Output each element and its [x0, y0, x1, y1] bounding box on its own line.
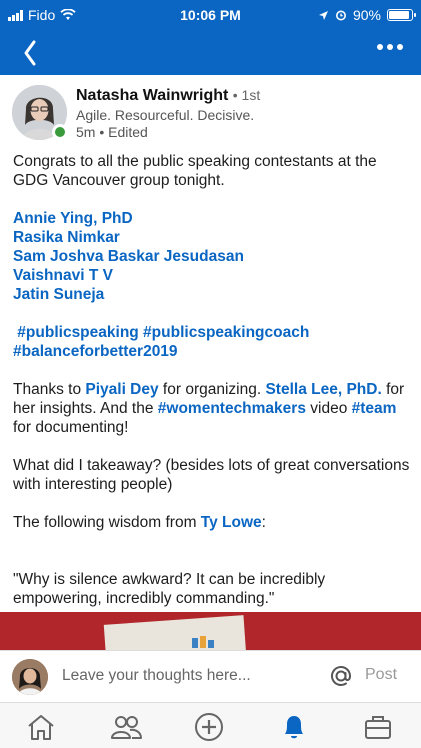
- post-comment-button[interactable]: Post: [365, 666, 397, 684]
- battery-icon: [387, 9, 416, 21]
- mention-link[interactable]: Stella Lee, PhD.: [265, 381, 381, 398]
- bottom-tab-bar: [0, 702, 421, 748]
- more-dot: [397, 44, 403, 50]
- at-sign-icon[interactable]: [328, 663, 354, 689]
- thanks-paragraph: Thanks to Piyali Dey for organizing. Ste…: [13, 380, 411, 437]
- more-options-button[interactable]: [377, 44, 403, 50]
- comment-composer: Leave your thoughts here... Post: [0, 650, 421, 702]
- home-icon[interactable]: [25, 712, 57, 742]
- text: for organizing.: [158, 381, 266, 398]
- wisdom-paragraph: The following wisdom from Ty Lowe:: [13, 513, 411, 532]
- image-logo-shape: [192, 636, 214, 648]
- alarm-clock-icon: [335, 10, 346, 21]
- mention-link[interactable]: Piyali Dey: [85, 381, 158, 398]
- more-dot: [377, 44, 383, 50]
- post-body: Congrats to all the public speaking cont…: [13, 152, 411, 627]
- my-avatar: [12, 659, 48, 695]
- hashtag-link[interactable]: #publicspeaking #publicspeakingcoach: [13, 323, 411, 342]
- back-chevron-icon[interactable]: [18, 36, 48, 70]
- text: :: [261, 514, 266, 531]
- mention-link[interactable]: Vaishnavi T V: [13, 266, 411, 285]
- notifications-bell-icon[interactable]: [278, 712, 310, 742]
- post-plus-icon[interactable]: [193, 712, 225, 742]
- mention-link[interactable]: Annie Ying, PhD: [13, 209, 411, 228]
- takeaway-paragraph: What did I takeaway? (besides lots of gr…: [13, 457, 410, 493]
- post-meta: 5m • Edited: [76, 124, 148, 140]
- quote-paragraph: "Why is silence awkward? It can be incre…: [13, 571, 326, 607]
- hashtag-link[interactable]: #womentechmakers: [158, 400, 306, 417]
- post-author-header[interactable]: Natasha Wainwright • 1st Agile. Resource…: [12, 85, 412, 145]
- hashtag-block: #publicspeaking #publicspeakingcoach #ba…: [13, 323, 411, 361]
- author-name[interactable]: Natasha Wainwright • 1st: [76, 87, 260, 105]
- post-intro: Congrats to all the public speaking cont…: [13, 153, 377, 189]
- hashtag-link[interactable]: #team: [352, 400, 397, 417]
- status-bar: Fido 10:06 PM 90%: [0, 0, 421, 30]
- my-photo-icon: [12, 659, 48, 695]
- jobs-briefcase-icon[interactable]: [362, 712, 394, 742]
- status-right: 90%: [318, 7, 416, 23]
- my-network-icon[interactable]: [109, 712, 143, 742]
- battery-percent: 90%: [352, 7, 381, 23]
- mention-link[interactable]: Ty Lowe: [201, 514, 262, 531]
- top-nav-bar: [0, 30, 421, 75]
- text: The following wisdom from: [13, 514, 201, 531]
- image-paper-shape: [103, 615, 247, 650]
- connection-degree: • 1st: [232, 87, 261, 103]
- comment-input[interactable]: Leave your thoughts here...: [62, 667, 251, 685]
- text: Thanks to: [13, 381, 86, 398]
- hashtag-link[interactable]: #balanceforbetter2019: [13, 342, 411, 361]
- text: video: [305, 400, 352, 417]
- location-arrow-icon: [318, 10, 328, 20]
- mention-link[interactable]: Rasika Nimkar: [13, 228, 411, 247]
- author-headline: Agile. Resourceful. Decisive.: [76, 107, 255, 123]
- text: for documenting!: [13, 419, 129, 436]
- more-dot: [387, 44, 393, 50]
- mention-list: Annie Ying, PhD Rasika Nimkar Sam Joshva…: [13, 209, 411, 304]
- mention-link[interactable]: Jatin Suneja: [13, 285, 411, 304]
- online-status-icon: [52, 124, 68, 140]
- post-image[interactable]: [0, 612, 421, 650]
- author-name-text[interactable]: Natasha Wainwright: [76, 87, 228, 104]
- mention-link[interactable]: Sam Joshva Baskar Jesudasan: [13, 247, 411, 266]
